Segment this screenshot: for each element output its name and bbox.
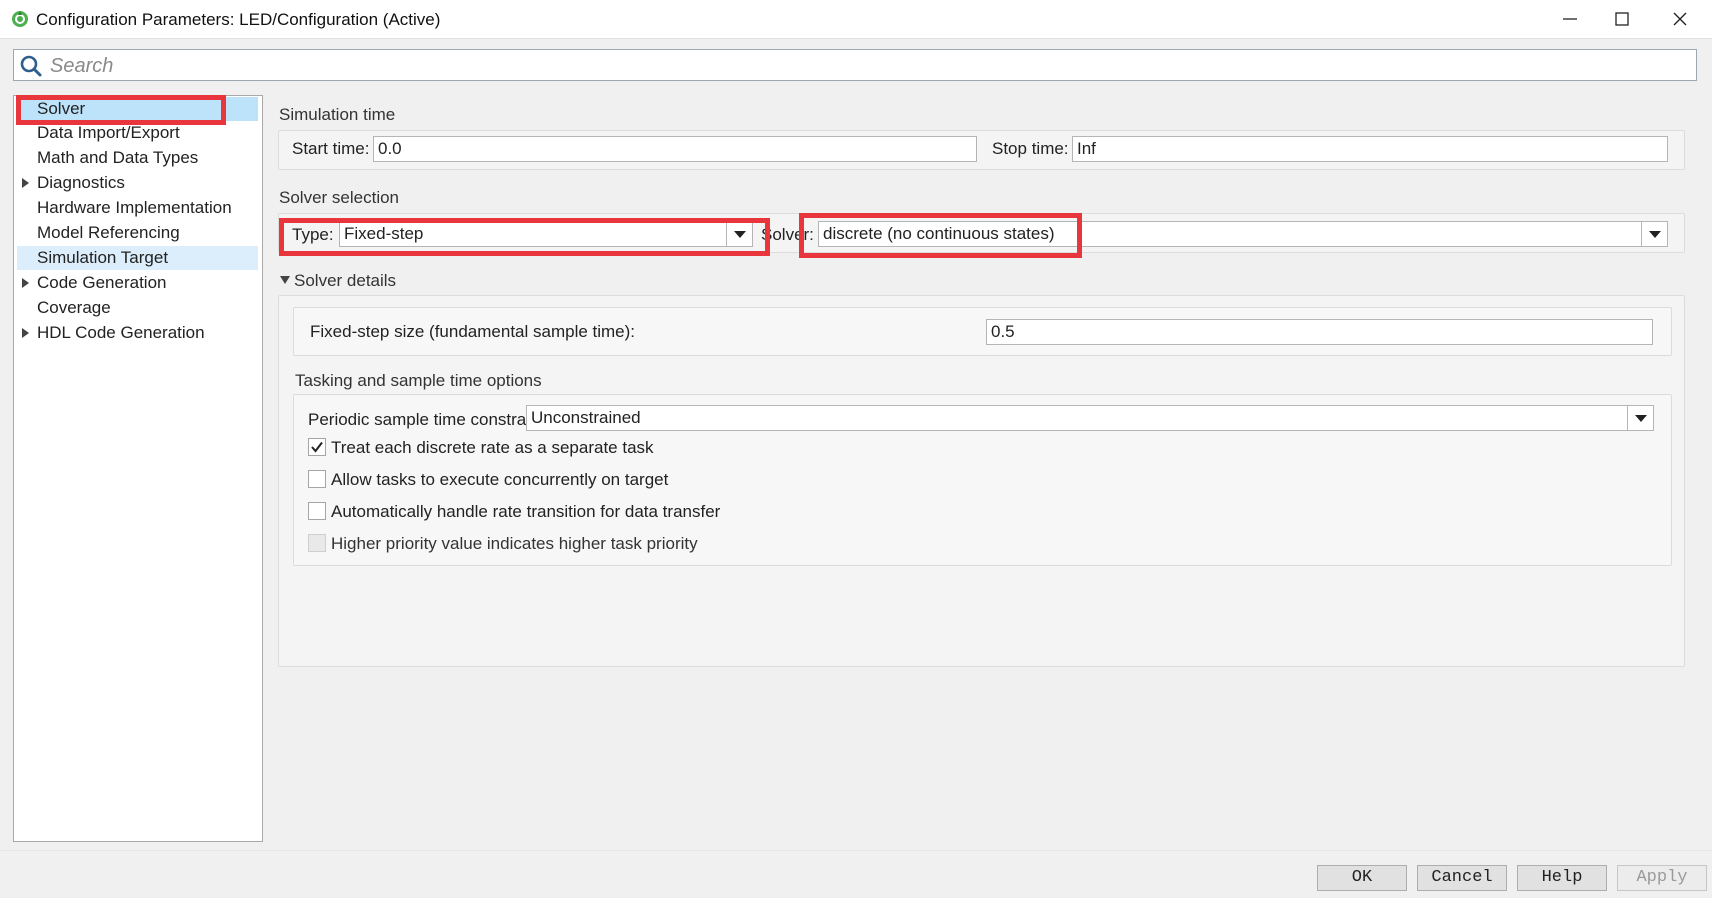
expand-arrow-icon[interactable] bbox=[22, 178, 29, 188]
nav-item-label: Model Referencing bbox=[37, 223, 180, 242]
nav-item-hdl-code-generation[interactable]: HDL Code Generation bbox=[17, 321, 258, 345]
type-label: Type: bbox=[292, 225, 334, 244]
checkmark-icon bbox=[311, 441, 323, 453]
solver-label: Solver: bbox=[761, 225, 814, 244]
ok-button[interactable]: OK bbox=[1317, 865, 1407, 891]
nav-item-coverage[interactable]: Coverage bbox=[17, 296, 258, 320]
solver-dropdown-value: discrete (no continuous states) bbox=[823, 224, 1055, 243]
chevron-down-icon[interactable] bbox=[1627, 406, 1653, 430]
minimize-button[interactable] bbox=[1542, 0, 1598, 38]
nav-item-model-referencing[interactable]: Model Referencing bbox=[17, 221, 258, 245]
nav-item-hardware-implementation[interactable]: Hardware Implementation bbox=[17, 196, 258, 220]
solver-details-panel: Fixed-step size (fundamental sample time… bbox=[278, 295, 1685, 667]
simulink-app-icon bbox=[12, 11, 28, 27]
nav-item-label: Code Generation bbox=[37, 273, 167, 292]
apply-button: Apply bbox=[1617, 865, 1707, 891]
nav-item-label: Hardware Implementation bbox=[37, 198, 232, 217]
solver-selection-panel: Type: Fixed-step Solver: discrete (no co… bbox=[278, 213, 1685, 253]
simulation-time-panel: Start time: 0.0 Stop time: Inf bbox=[278, 130, 1685, 170]
type-dropdown-value: Fixed-step bbox=[344, 224, 424, 243]
checkbox-separate-task[interactable] bbox=[308, 438, 326, 456]
sample-time-constraint-value: Unconstrained bbox=[531, 408, 641, 427]
minimize-icon bbox=[1563, 18, 1577, 20]
nav-item-code-generation[interactable]: Code Generation bbox=[17, 271, 258, 295]
nav-item-math-and-data-types[interactable]: Math and Data Types bbox=[17, 146, 258, 170]
search-input[interactable] bbox=[48, 52, 1652, 80]
checkbox-label: Higher priority value indicates higher t… bbox=[331, 534, 698, 553]
start-time-field[interactable]: 0.0 bbox=[373, 136, 977, 162]
chevron-down-icon[interactable] bbox=[1641, 222, 1667, 246]
title-bar: Configuration Parameters: LED/Configurat… bbox=[0, 0, 1712, 39]
solver-details-heading: Solver details bbox=[294, 271, 397, 290]
close-icon bbox=[1673, 12, 1687, 26]
expand-arrow-icon[interactable] bbox=[22, 278, 29, 288]
maximize-icon bbox=[1615, 12, 1629, 26]
step-size-label: Fixed-step size (fundamental sample time… bbox=[310, 322, 636, 341]
nav-item-label: HDL Code Generation bbox=[37, 323, 205, 342]
maximize-button[interactable] bbox=[1594, 0, 1650, 38]
search-icon bbox=[20, 55, 42, 77]
nav-item-label: Math and Data Types bbox=[37, 148, 199, 167]
nav-item-data-import-export[interactable]: Data Import/Export bbox=[17, 121, 258, 145]
nav-item-label: Coverage bbox=[37, 298, 111, 317]
nav-item-diagnostics[interactable]: Diagnostics bbox=[17, 171, 258, 195]
stop-time-label: Stop time: bbox=[992, 139, 1069, 158]
expand-arrow-icon[interactable] bbox=[22, 328, 29, 338]
checkbox-label: Treat each discrete rate as a separate t… bbox=[331, 438, 654, 457]
tasking-group: Periodic sample time constraint: Unconst… bbox=[293, 394, 1672, 566]
solver-dropdown[interactable]: discrete (no continuous states) bbox=[818, 221, 1668, 247]
nav-item-solver[interactable]: Solver bbox=[17, 97, 258, 121]
chevron-down-icon[interactable] bbox=[726, 222, 752, 246]
nav-item-label: Diagnostics bbox=[37, 173, 125, 192]
nav-item-label: Data Import/Export bbox=[37, 123, 180, 142]
type-dropdown[interactable]: Fixed-step bbox=[339, 221, 753, 247]
checkbox-label: Allow tasks to execute concurrently on t… bbox=[331, 470, 669, 489]
collapse-arrow-icon[interactable] bbox=[280, 276, 290, 284]
step-size-group: Fixed-step size (fundamental sample time… bbox=[293, 307, 1672, 356]
checkbox-rate-transition[interactable] bbox=[308, 502, 326, 520]
start-time-label: Start time: bbox=[292, 139, 370, 158]
checkbox-higher-priority bbox=[308, 534, 326, 552]
sample-time-constraint-dropdown[interactable]: Unconstrained bbox=[526, 405, 1654, 431]
simulation-time-heading: Simulation time bbox=[279, 105, 396, 124]
cancel-button[interactable]: Cancel bbox=[1417, 865, 1507, 891]
stop-time-field[interactable]: Inf bbox=[1072, 136, 1668, 162]
help-button[interactable]: Help bbox=[1517, 865, 1607, 891]
search-box[interactable] bbox=[13, 49, 1697, 81]
sample-time-constraint-label: Periodic sample time constraint: bbox=[308, 410, 549, 429]
tasking-heading: Tasking and sample time options bbox=[295, 371, 542, 390]
nav-item-label: Simulation Target bbox=[37, 248, 169, 267]
nav-item-label: Solver bbox=[37, 99, 86, 118]
solver-pane: Simulation time Start time: 0.0 Stop tim… bbox=[270, 95, 1706, 842]
window-title: Configuration Parameters: LED/Configurat… bbox=[36, 10, 441, 29]
checkbox-concurrent-tasks[interactable] bbox=[308, 470, 326, 488]
category-tree: Solver Data Import/Export Math and Data … bbox=[13, 95, 263, 842]
close-button[interactable] bbox=[1652, 0, 1708, 38]
checkbox-label: Automatically handle rate transition for… bbox=[331, 502, 721, 521]
step-size-field[interactable]: 0.5 bbox=[986, 319, 1653, 345]
nav-item-simulation-target[interactable]: Simulation Target bbox=[17, 246, 258, 270]
solver-selection-heading: Solver selection bbox=[279, 188, 400, 207]
